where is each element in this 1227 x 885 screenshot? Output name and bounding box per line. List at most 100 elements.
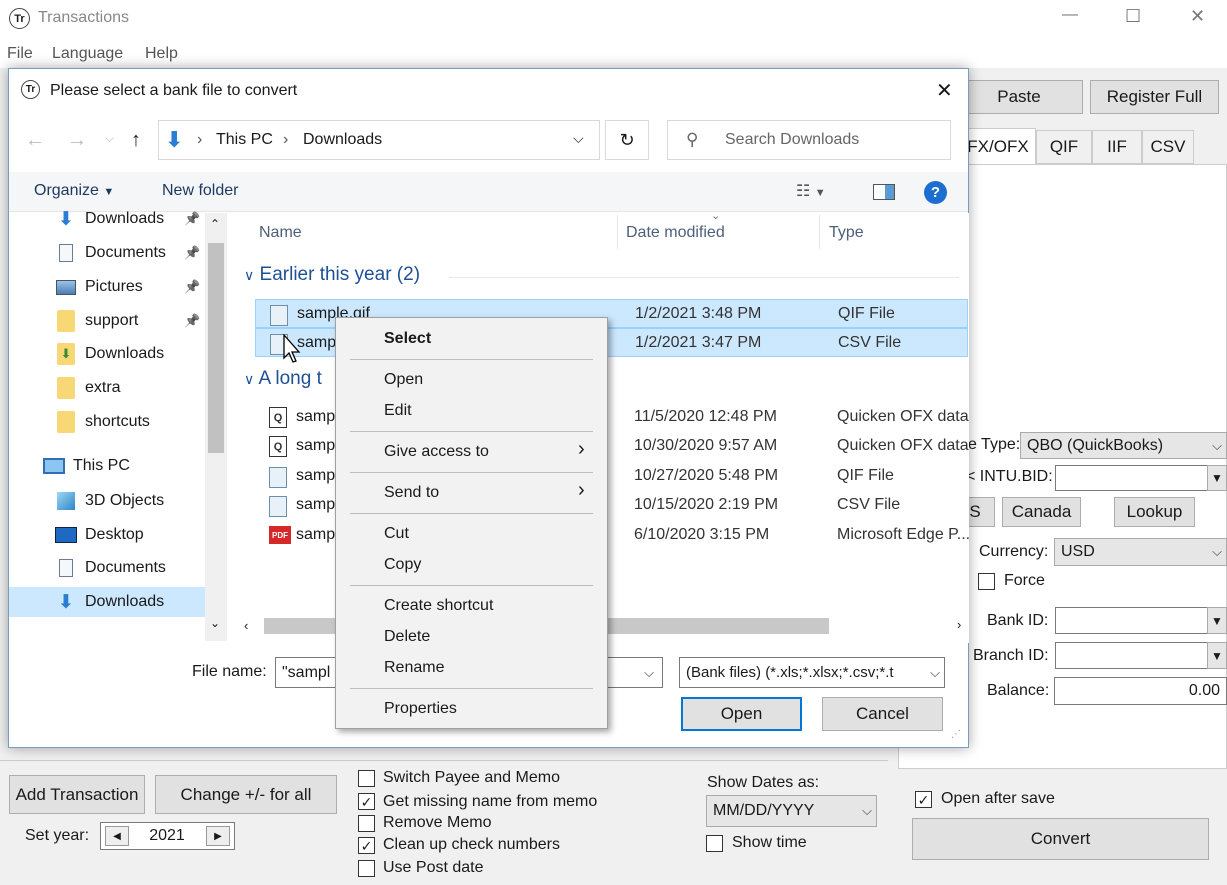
- chevron-down-icon[interactable]: ⌵: [644, 665, 654, 681]
- open-button[interactable]: Open: [681, 697, 802, 731]
- nav-item-documents[interactable]: Documents: [55, 238, 166, 268]
- menu-help[interactable]: Help: [145, 45, 178, 63]
- show-time-checkbox[interactable]: [706, 835, 723, 852]
- cancel-button[interactable]: Cancel: [822, 697, 943, 731]
- add-transaction-button[interactable]: Add Transaction: [9, 775, 145, 814]
- currency-select[interactable]: USD ⌵: [1054, 538, 1227, 566]
- nav-item-support[interactable]: support: [55, 306, 138, 336]
- menu-item-send-to[interactable]: Send to: [384, 484, 439, 502]
- nav-item-label: 3D Objects: [85, 492, 165, 509]
- menu-item-create-shortcut[interactable]: Create shortcut: [384, 597, 493, 615]
- menu-item-copy[interactable]: Copy: [384, 556, 421, 574]
- tab-ofx[interactable]: FX/OFX: [960, 128, 1036, 165]
- branchid-label: Branch ID:: [973, 647, 1049, 664]
- date-format-select[interactable]: MM/DD/YYYY ⌵: [706, 795, 877, 827]
- open-after-save-checkbox[interactable]: ✓: [915, 791, 932, 808]
- file-type: Quicken OFX data: [837, 437, 969, 454]
- forward-icon[interactable]: →: [67, 129, 87, 152]
- preview-pane-icon[interactable]: [873, 184, 895, 200]
- refresh-button[interactable]: ↻: [605, 120, 649, 160]
- maximize-icon[interactable]: ☐: [1125, 6, 1141, 27]
- up-icon[interactable]: ↑: [131, 129, 141, 152]
- nav-item-extra[interactable]: extra: [55, 373, 121, 403]
- bankid-dropdown[interactable]: ▼: [1207, 607, 1227, 634]
- window-title: Transactions: [38, 9, 129, 26]
- dialog-close-icon[interactable]: ✕: [936, 78, 953, 103]
- nav-item-this-pc[interactable]: This PC: [43, 451, 130, 481]
- breadcrumb-this-pc[interactable]: This PC: [216, 131, 273, 149]
- menu-item-give-access[interactable]: Give access to: [384, 443, 489, 461]
- intubid-dropdown[interactable]: ▼: [1207, 465, 1227, 491]
- option-missing-name-checkbox[interactable]: ✓: [358, 793, 375, 810]
- nav-item-downloads[interactable]: ⬇ Downloads: [55, 204, 164, 234]
- option-clean-check-checkbox[interactable]: ✓: [358, 837, 375, 854]
- register-full-button[interactable]: Register Full: [1090, 80, 1219, 114]
- view-options-icon[interactable]: ☷ ▼: [796, 181, 826, 201]
- close-icon[interactable]: ✕: [1190, 6, 1205, 27]
- year-decrement-button[interactable]: ◀: [105, 826, 129, 846]
- menu-item-select[interactable]: Select: [384, 330, 431, 348]
- intubid-input[interactable]: [1055, 465, 1208, 491]
- option-switch-payee-checkbox[interactable]: [358, 770, 375, 787]
- menu-item-cut[interactable]: Cut: [384, 525, 409, 543]
- option-remove-memo-checkbox[interactable]: [358, 815, 375, 832]
- recent-chevron-icon[interactable]: ⌵: [105, 131, 114, 146]
- menu-file[interactable]: File: [7, 45, 33, 63]
- nav-item-label: shortcuts: [85, 413, 150, 430]
- menu-item-delete[interactable]: Delete: [384, 628, 430, 646]
- nav-item-downloads[interactable]: ⬇ Downloads: [9, 587, 205, 617]
- lookup-button[interactable]: Lookup: [1114, 497, 1195, 527]
- nav-item-documents[interactable]: Documents: [55, 553, 166, 583]
- nav-item-downloads[interactable]: ⬇ Downloads: [55, 339, 164, 369]
- search-box[interactable]: ⚲ Search Downloads: [667, 120, 951, 160]
- col-name-header[interactable]: Name: [259, 224, 302, 242]
- paste-button[interactable]: Paste: [955, 80, 1083, 114]
- nav-item-desktop[interactable]: Desktop: [55, 520, 144, 550]
- canada-button[interactable]: Canada: [1002, 497, 1081, 527]
- organize-button[interactable]: Organize ▼: [34, 182, 114, 200]
- menu-item-edit[interactable]: Edit: [384, 402, 412, 420]
- year-increment-button[interactable]: ▶: [206, 826, 230, 846]
- menu-item-properties[interactable]: Properties: [384, 700, 457, 718]
- hscroll-left-icon[interactable]: ‹: [244, 618, 248, 633]
- back-icon[interactable]: ←: [25, 129, 45, 152]
- new-folder-button[interactable]: New folder: [162, 182, 238, 200]
- branchid-input[interactable]: [1055, 642, 1208, 669]
- balance-input[interactable]: 0.00: [1054, 677, 1227, 705]
- help-icon[interactable]: ?: [924, 181, 947, 204]
- resize-grip-icon[interactable]: ⋰: [951, 729, 961, 740]
- nav-scrollbar[interactable]: ⌃ ⌄: [205, 213, 227, 641]
- scroll-down-icon[interactable]: ⌄: [210, 616, 220, 630]
- convert-button[interactable]: Convert: [912, 818, 1209, 860]
- file-type-filter[interactable]: (Bank files) (*.xls;*.xlsx;*.csv;*.t ⌵: [679, 657, 945, 688]
- branchid-dropdown[interactable]: ▼: [1207, 642, 1227, 669]
- address-bar[interactable]: ⬇ › This PC › Downloads ⌵: [158, 120, 600, 160]
- file-name: sampl: [296, 526, 339, 543]
- nav-item-shortcuts[interactable]: shortcuts: [55, 407, 150, 437]
- bankid-input[interactable]: [1055, 607, 1208, 634]
- force-checkbox[interactable]: [978, 573, 995, 590]
- menu-item-open[interactable]: Open: [384, 371, 423, 389]
- breadcrumb-downloads[interactable]: Downloads: [303, 131, 382, 149]
- year-spinner[interactable]: ◀ 2021 ▶: [100, 822, 235, 850]
- change-sign-button[interactable]: Change +/- for all: [155, 775, 337, 814]
- nav-item-pictures[interactable]: Pictures: [55, 272, 143, 302]
- hscroll-right-icon[interactable]: ›: [957, 617, 961, 632]
- group-long-header[interactable]: ∨ A long t: [244, 368, 322, 390]
- file-type-select[interactable]: QBO (QuickBooks) ⌵: [1020, 432, 1227, 459]
- menu-item-rename[interactable]: Rename: [384, 659, 444, 677]
- col-type-header[interactable]: Type: [829, 224, 864, 242]
- scroll-up-icon[interactable]: ⌃: [210, 217, 220, 231]
- tab-csv[interactable]: CSV: [1142, 130, 1194, 164]
- tab-qif[interactable]: QIF: [1036, 130, 1092, 164]
- minimize-icon[interactable]: —: [1062, 6, 1078, 24]
- nav-scrollbar-thumb[interactable]: [208, 243, 224, 453]
- nav-item-3d-objects[interactable]: 3D Objects: [55, 486, 164, 516]
- group-earlier-header[interactable]: ∨ Earlier this year (2): [244, 264, 420, 286]
- address-dropdown-icon[interactable]: ⌵: [573, 130, 584, 147]
- menu-language[interactable]: Language: [52, 45, 123, 63]
- option-post-date-checkbox[interactable]: [358, 860, 375, 877]
- tab-iif[interactable]: IIF: [1092, 130, 1142, 164]
- col-date-header[interactable]: Date modified: [626, 224, 725, 242]
- file-type-label: e Type:: [968, 436, 1021, 453]
